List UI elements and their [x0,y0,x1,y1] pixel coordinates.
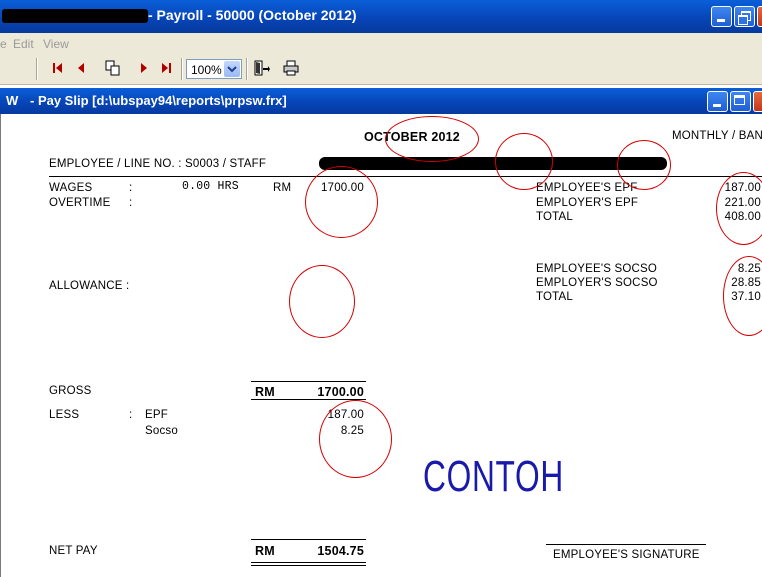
first-page-icon[interactable] [49,59,67,77]
printer-icon[interactable] [282,59,300,77]
toolbar-separator [181,58,183,80]
annotation-circle [319,400,392,478]
annotation-circle [716,172,762,245]
wages-label: WAGES [49,182,93,194]
outer-window-title: - Payroll - 50000 (October 2012) [148,7,357,23]
menu-item-view[interactable]: View [43,37,69,51]
less-item-label: EPF [145,409,168,421]
inner-window-prefix: W [6,93,19,108]
annotation-circle [723,256,762,336]
employee-epf-label: EMPLOYEE'S EPF [536,182,638,194]
redacted-app-name [2,9,148,23]
epf-total-label: TOTAL [536,211,573,223]
gross-amount: 1700.00 [317,385,364,399]
annotation-circle [305,166,378,238]
gross-currency: RM [255,385,275,399]
close-button[interactable] [757,6,762,27]
toolbar-separator [246,58,248,80]
wages-colon: : [129,182,133,194]
wages-hours: 0.00 HRS [182,180,239,193]
toolbar-separator [36,58,38,80]
overtime-label: OVERTIME [49,197,111,209]
net-amount: 1504.75 [317,544,364,558]
watermark-text: CONTOH [423,452,565,501]
inner-close-button[interactable] [753,91,762,112]
minimize-button[interactable] [711,6,732,27]
zoom-value: 100% [191,63,222,77]
signature-label: EMPLOYEE'S SIGNATURE [553,549,700,561]
exit-icon[interactable] [252,59,270,77]
annotation-circle [289,265,355,338]
chevron-down-icon[interactable] [224,61,240,77]
employee-line: EMPLOYEE / LINE NO. : S0003 / STAFF [49,158,267,170]
less-label: LESS [49,409,80,421]
menu-item-partial[interactable]: e [0,37,7,51]
signature-line [546,544,706,545]
inner-maximize-button[interactable] [730,91,751,112]
overtime-colon: : [129,197,133,209]
menu-bar: e Edit View [0,33,762,54]
inner-minimize-button[interactable] [707,91,728,112]
employer-socso-label: EMPLOYER'S SOCSO [536,277,658,289]
socso-total-label: TOTAL [536,291,573,303]
annotation-circle [617,140,671,190]
wages-currency: RM [273,182,292,194]
last-page-icon[interactable] [157,59,175,77]
allowance-label: ALLOWANCE : [49,280,130,292]
net-pay-label: NET PAY [49,545,98,557]
employer-epf-label: EMPLOYER'S EPF [536,197,639,209]
gross-top-line [251,381,366,382]
employee-socso-label: EMPLOYEE'S SOCSO [536,263,658,275]
less-colon: : [129,409,133,421]
net-double-line-1 [251,562,366,563]
annotation-circle [495,133,553,190]
less-item-label: Socso [145,425,178,437]
copy-icon[interactable] [104,59,122,77]
toolbar [0,54,762,85]
net-currency: RM [255,544,275,558]
pay-type: MONTHLY / BAN [672,130,762,142]
inner-title-bar: W - Pay Slip [d:\ubspay94\reports\prpsw.… [0,88,762,114]
prev-page-icon[interactable] [72,59,90,77]
outer-title-bar: - Payroll - 50000 (October 2012) [0,0,762,33]
annotation-circle [385,116,479,162]
gross-label: GROSS [49,385,92,397]
menu-item-edit[interactable]: Edit [13,37,34,51]
report-page: OCTOBER 2012 MONTHLY / BAN EMPLOYEE / LI… [0,114,762,577]
inner-window-title: - Pay Slip [d:\ubspay94\reports\prpsw.fr… [30,93,287,108]
redacted-employee-name [319,157,667,170]
restore-button[interactable] [734,6,755,27]
next-page-icon[interactable] [135,59,153,77]
net-double-line-2 [251,565,366,566]
net-top-line [251,539,366,540]
zoom-select[interactable]: 100% [186,59,242,79]
